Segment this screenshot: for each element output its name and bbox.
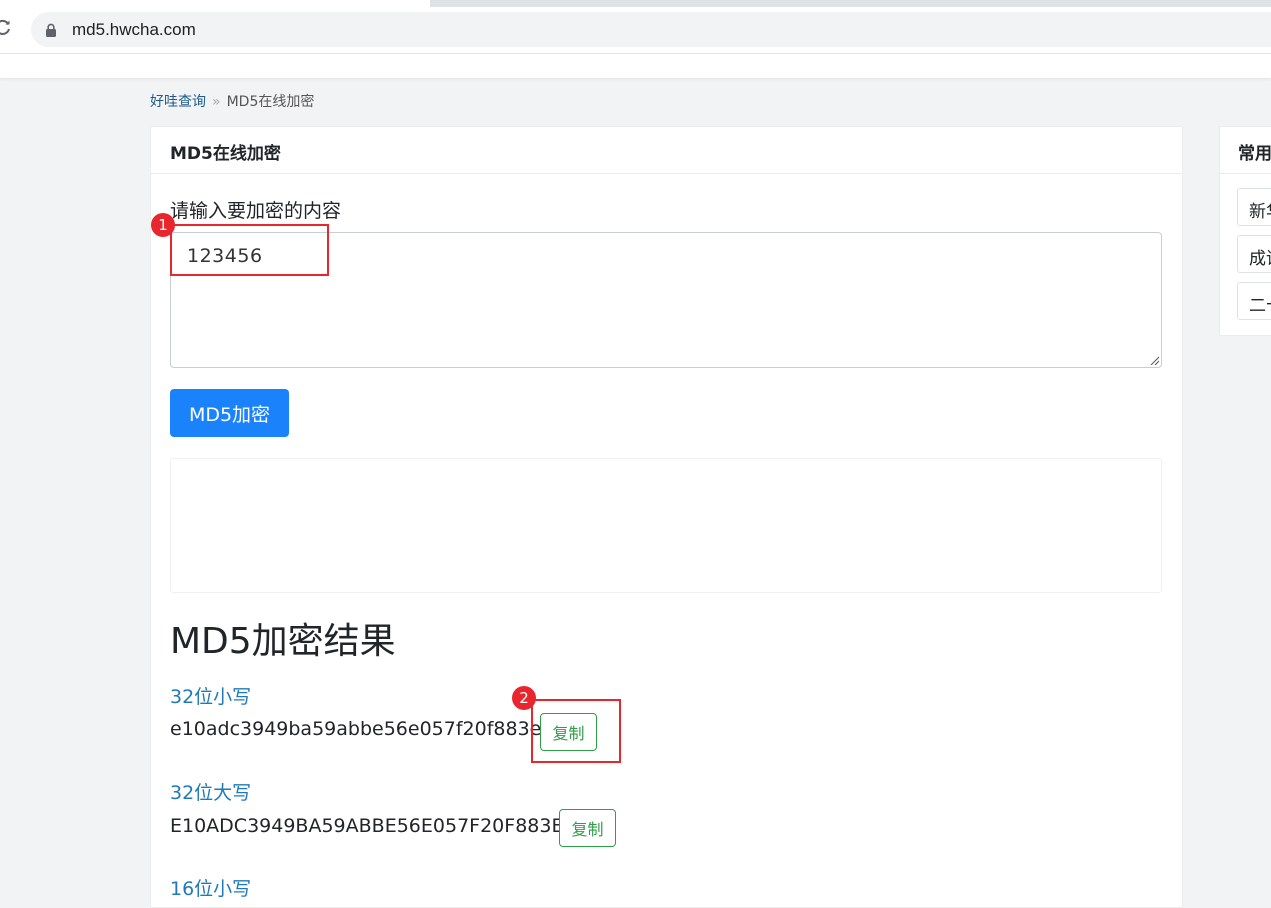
annotation-box-1 (170, 224, 329, 276)
hash-value-32-upper: E10ADC3949BA59ABBE56E057F20F883E (170, 815, 564, 837)
browser-toolbar: md5.hwcha.com (0, 7, 1271, 53)
sidebar-card: 常用 新华 成语 二十 (1219, 126, 1271, 336)
sidebar-item-3[interactable]: 二十 (1237, 282, 1271, 320)
breadcrumb: 好哇查询 » MD5在线加密 (150, 91, 314, 111)
sidebar-item-2[interactable]: 成语 (1237, 235, 1271, 273)
breadcrumb-home-link[interactable]: 好哇查询 (150, 94, 206, 110)
sidebar-header: 常用 (1220, 127, 1271, 174)
breadcrumb-separator: » (212, 94, 221, 110)
input-label: 请输入要加密的内容 (170, 200, 342, 222)
browser-tab-strip (0, 0, 1271, 7)
annotation-badge-1: 1 (151, 213, 175, 237)
hash-value-32-lower: e10adc3949ba59abbe56e057f20f883e (170, 718, 542, 740)
sidebar-title: 常用 (1238, 144, 1271, 164)
annotation-badge-2: 2 (512, 686, 536, 710)
md5-encrypt-button[interactable]: MD5加密 (170, 389, 289, 437)
annotation-box-2 (531, 699, 621, 763)
browser-active-tab[interactable] (0, 0, 430, 7)
resize-grip-icon[interactable] (1149, 355, 1159, 365)
card-title: MD5在线加密 (170, 144, 281, 164)
address-bar[interactable]: md5.hwcha.com (31, 12, 1271, 47)
result-label-32-upper: 32位大写 (170, 782, 252, 804)
result-label-16-lower: 16位小写 (170, 878, 252, 900)
reload-icon[interactable] (0, 18, 12, 36)
results-heading: MD5加密结果 (170, 621, 396, 662)
result-label-32-lower: 32位小写 (170, 686, 252, 708)
ad-placeholder (170, 458, 1162, 593)
sidebar-item-1[interactable]: 新华 (1237, 188, 1271, 226)
bookmark-bar (0, 53, 1271, 78)
copy-button-32-upper[interactable]: 复制 (559, 809, 616, 847)
url-text[interactable]: md5.hwcha.com (72, 20, 196, 40)
breadcrumb-current: MD5在线加密 (226, 94, 315, 110)
lock-icon[interactable] (45, 23, 57, 37)
card-header: MD5在线加密 (151, 127, 1182, 174)
